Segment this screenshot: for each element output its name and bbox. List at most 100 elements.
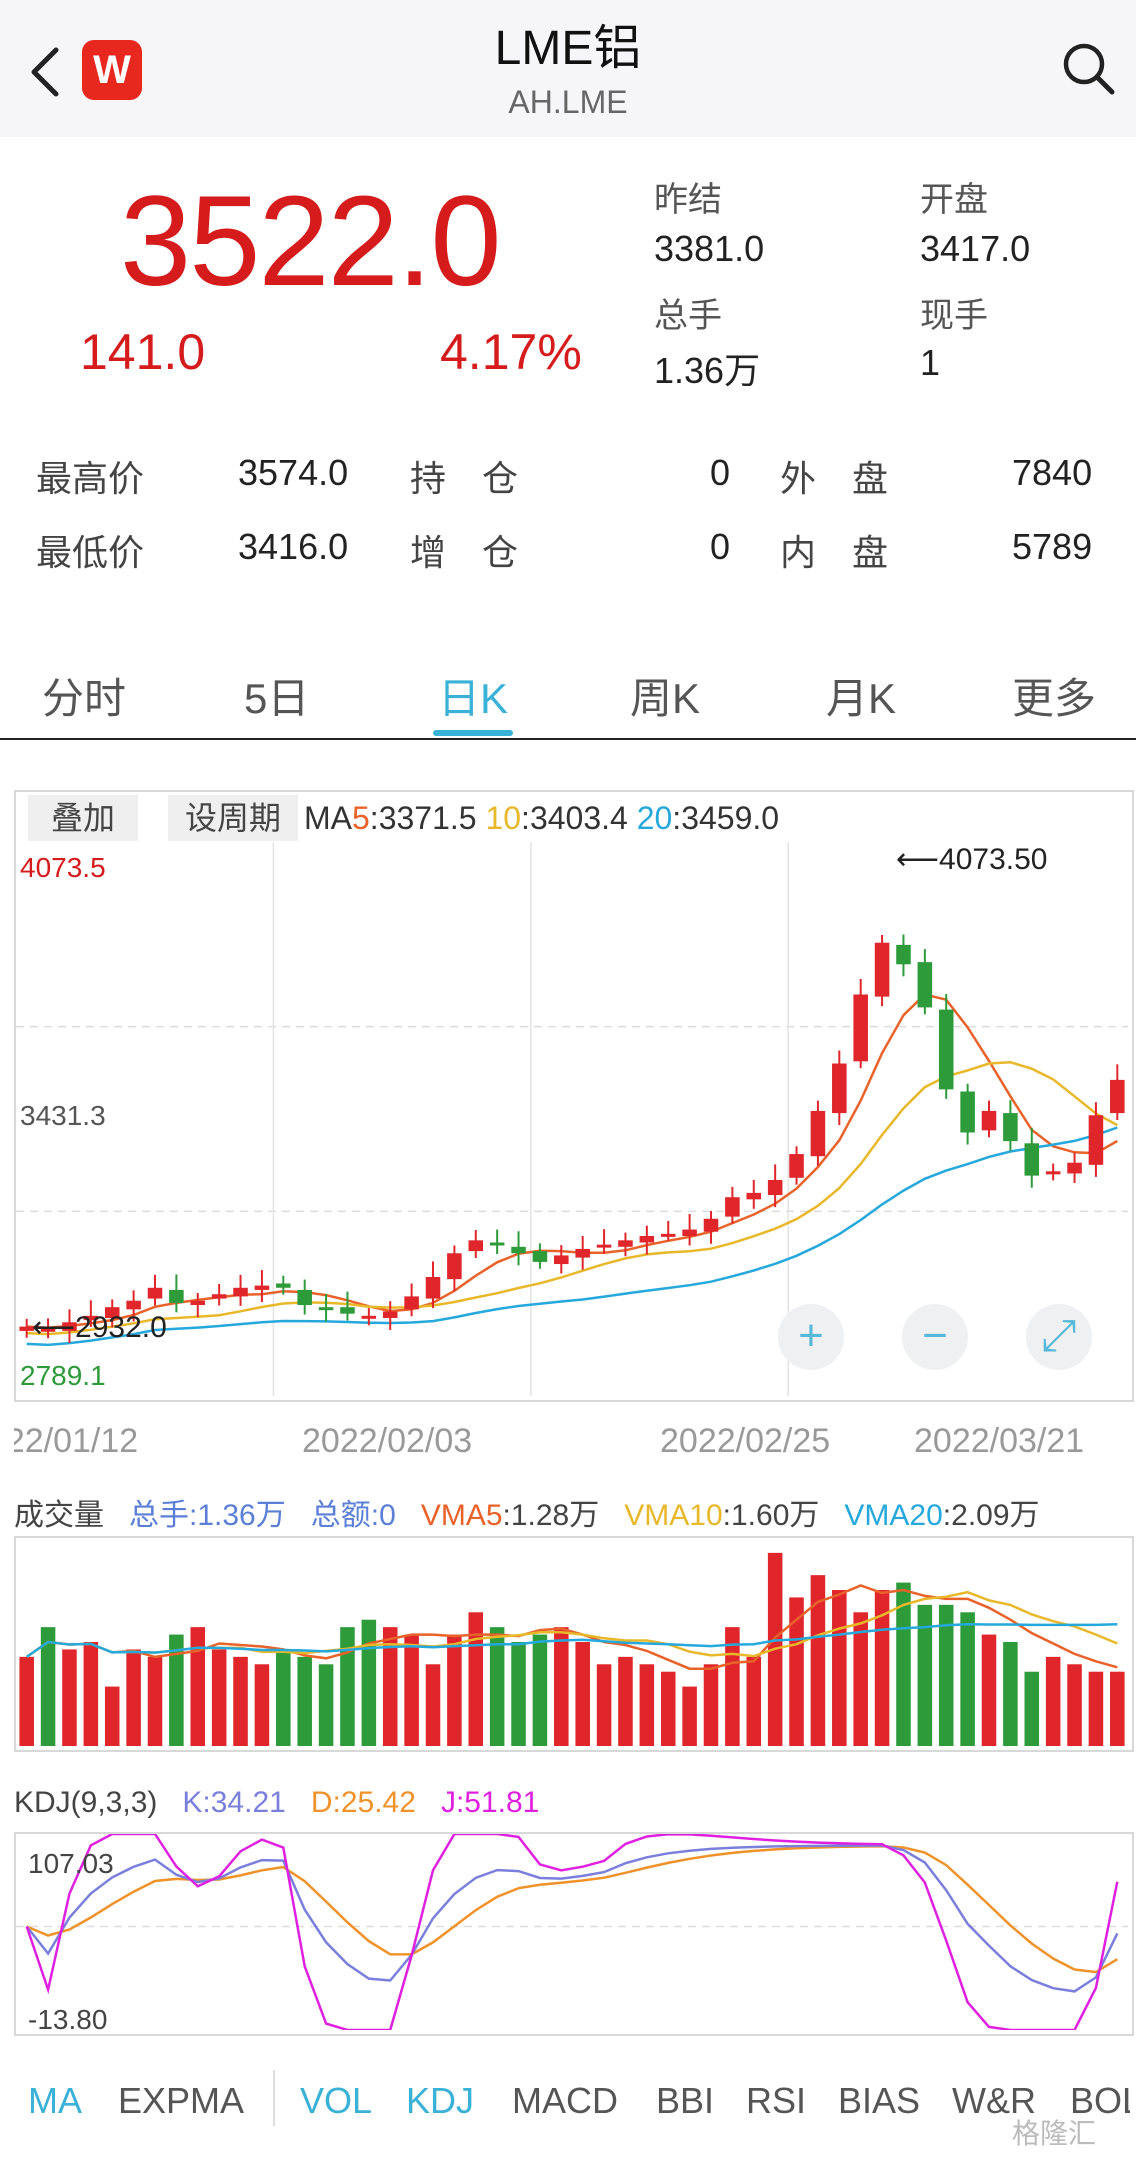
volume-bar bbox=[190, 1627, 206, 1746]
indicator-bbi[interactable]: BBI bbox=[656, 2080, 714, 2122]
kdj-k-value: K:34.21 bbox=[182, 1786, 286, 1819]
volume-total-amount: 总额:0 bbox=[310, 1499, 396, 1532]
date-label-4: 2022/03/21 bbox=[914, 1422, 1085, 1460]
tab-5day[interactable]: 5日 bbox=[244, 665, 309, 726]
vma20-key: VMA20 bbox=[844, 1499, 943, 1532]
inner-label: 内 盘 bbox=[780, 532, 889, 573]
candle-body bbox=[981, 1110, 997, 1131]
volume-chart[interactable] bbox=[16, 1538, 1128, 1746]
date-label-3: 2022/02/25 bbox=[660, 1422, 831, 1460]
prev-settle-value: 3381.0 bbox=[654, 228, 765, 269]
candle-body bbox=[340, 1307, 355, 1314]
vma5-key: VMA5 bbox=[420, 1499, 503, 1532]
ma-legend-prefix: MA bbox=[304, 800, 352, 836]
volume-bar bbox=[361, 1619, 377, 1746]
volume-bar bbox=[233, 1656, 248, 1746]
low-label: 最低价 bbox=[36, 532, 145, 573]
indicator-macd[interactable]: MACD bbox=[512, 2080, 618, 2122]
candle-body bbox=[468, 1240, 484, 1252]
set-period-button[interactable]: 设周期 bbox=[168, 795, 298, 841]
candle-body bbox=[639, 1236, 655, 1243]
current-hand-label: 现手 bbox=[920, 297, 988, 335]
candle-body bbox=[767, 1179, 783, 1196]
volume-bar bbox=[532, 1634, 548, 1746]
indicator-bias[interactable]: BIAS bbox=[838, 2080, 920, 2122]
candle-body bbox=[1067, 1162, 1082, 1174]
indicator-rsi[interactable]: RSI bbox=[746, 2080, 806, 2122]
volume-bar bbox=[960, 1612, 975, 1746]
kline-chart[interactable] bbox=[16, 842, 1128, 1396]
kdj-legend: KDJ(9,3,3) K:34.21 D:25.42 J:51.81 bbox=[14, 1786, 539, 1820]
zoom-out-button[interactable]: − bbox=[902, 1304, 968, 1370]
volume-bar bbox=[1088, 1671, 1104, 1746]
indicator-expma[interactable]: EXPMA bbox=[118, 2080, 244, 2122]
candle-body bbox=[382, 1311, 398, 1318]
kdj-y-bottom-label: -13.80 bbox=[28, 2004, 108, 2035]
volume-bar bbox=[83, 1642, 99, 1746]
candle-body bbox=[425, 1276, 441, 1299]
outer-value: 7840 bbox=[1012, 452, 1093, 493]
candle-body bbox=[575, 1248, 590, 1258]
tab-monthly-k[interactable]: 月K bbox=[826, 665, 896, 726]
kdj-j-value: J:51.81 bbox=[440, 1786, 540, 1819]
volume-bar bbox=[147, 1656, 163, 1746]
kdj-chart[interactable] bbox=[16, 1834, 1128, 2030]
tab-daily-k[interactable]: 日K bbox=[438, 665, 508, 726]
candle-body bbox=[917, 962, 933, 1008]
indicator-vol[interactable]: VOL bbox=[300, 2080, 372, 2122]
date-axis: 2022/01/12 2022/02/03 2022/02/25 2022/03… bbox=[14, 1400, 1130, 1470]
ma10-key: 10 bbox=[485, 800, 522, 836]
search-icon[interactable] bbox=[1058, 38, 1118, 98]
page-title: LME铝 bbox=[494, 22, 642, 75]
volume-bar bbox=[618, 1656, 633, 1746]
volume-bar bbox=[1045, 1656, 1061, 1746]
volume-bar bbox=[511, 1642, 526, 1746]
indicator-ma[interactable]: MA bbox=[28, 2080, 82, 2122]
ma10-line bbox=[26, 1060, 1118, 1336]
fullscreen-icon[interactable]: ⤢ bbox=[1026, 1304, 1092, 1370]
volume-bar bbox=[639, 1664, 655, 1746]
kdj-y-top-label: 107.03 bbox=[28, 1848, 114, 1879]
indicator-kdj[interactable]: KDJ bbox=[406, 2080, 474, 2122]
volume-bar bbox=[554, 1627, 569, 1746]
candle-body bbox=[789, 1154, 804, 1178]
ma20-value: :3459.0 bbox=[672, 800, 780, 836]
date-label-1: 2022/01/12 bbox=[14, 1422, 139, 1460]
volume-bar bbox=[703, 1664, 719, 1746]
candle-body bbox=[532, 1251, 548, 1262]
volume-bar bbox=[981, 1634, 997, 1746]
oi-change-label: 增 仓 bbox=[410, 532, 519, 573]
ma20-key: 20 bbox=[636, 800, 673, 836]
volume-bar bbox=[746, 1656, 762, 1746]
volume-bar bbox=[1067, 1664, 1082, 1746]
candle-body bbox=[1110, 1079, 1125, 1114]
kline-y-top-label: 4073.5 bbox=[20, 852, 106, 883]
open-interest-value: 0 bbox=[710, 452, 731, 493]
inner-value: 5789 bbox=[1012, 526, 1093, 567]
tab-intraday[interactable]: 分时 bbox=[42, 665, 126, 726]
volume-bar bbox=[682, 1686, 697, 1746]
low-value: 3416.0 bbox=[238, 526, 349, 567]
high-value: 3574.0 bbox=[238, 452, 349, 493]
candle-body bbox=[318, 1307, 334, 1311]
active-tab-indicator bbox=[433, 730, 513, 736]
candle-body bbox=[511, 1246, 526, 1254]
high-marker-arrow: ⟵ bbox=[896, 843, 940, 876]
tab-more[interactable]: 更多 bbox=[1012, 665, 1096, 726]
overlay-button[interactable]: 叠加 bbox=[28, 795, 138, 841]
candle-body bbox=[190, 1300, 206, 1306]
kdj-d-value: D:25.42 bbox=[310, 1786, 416, 1819]
open-value: 3417.0 bbox=[920, 228, 1031, 269]
volume-total-hands: 总手:1.36万 bbox=[129, 1499, 286, 1532]
candle-body bbox=[660, 1233, 676, 1237]
tab-weekly-k[interactable]: 周K bbox=[630, 665, 700, 726]
volume-label: 总手 bbox=[654, 297, 722, 335]
candle-body bbox=[746, 1192, 762, 1200]
price-change-percent: 4.17% bbox=[440, 324, 582, 380]
kdj-d-line bbox=[26, 1844, 1118, 1974]
prev-settle-label: 昨结 bbox=[654, 181, 722, 219]
zoom-in-button[interactable]: + bbox=[778, 1304, 844, 1370]
candle-body bbox=[211, 1294, 227, 1299]
volume-legend: 成交量 总手:1.36万 总额:0 VMA5:1.28万 VMA10:1.60万… bbox=[14, 1490, 1136, 1534]
candle-body bbox=[169, 1289, 184, 1303]
